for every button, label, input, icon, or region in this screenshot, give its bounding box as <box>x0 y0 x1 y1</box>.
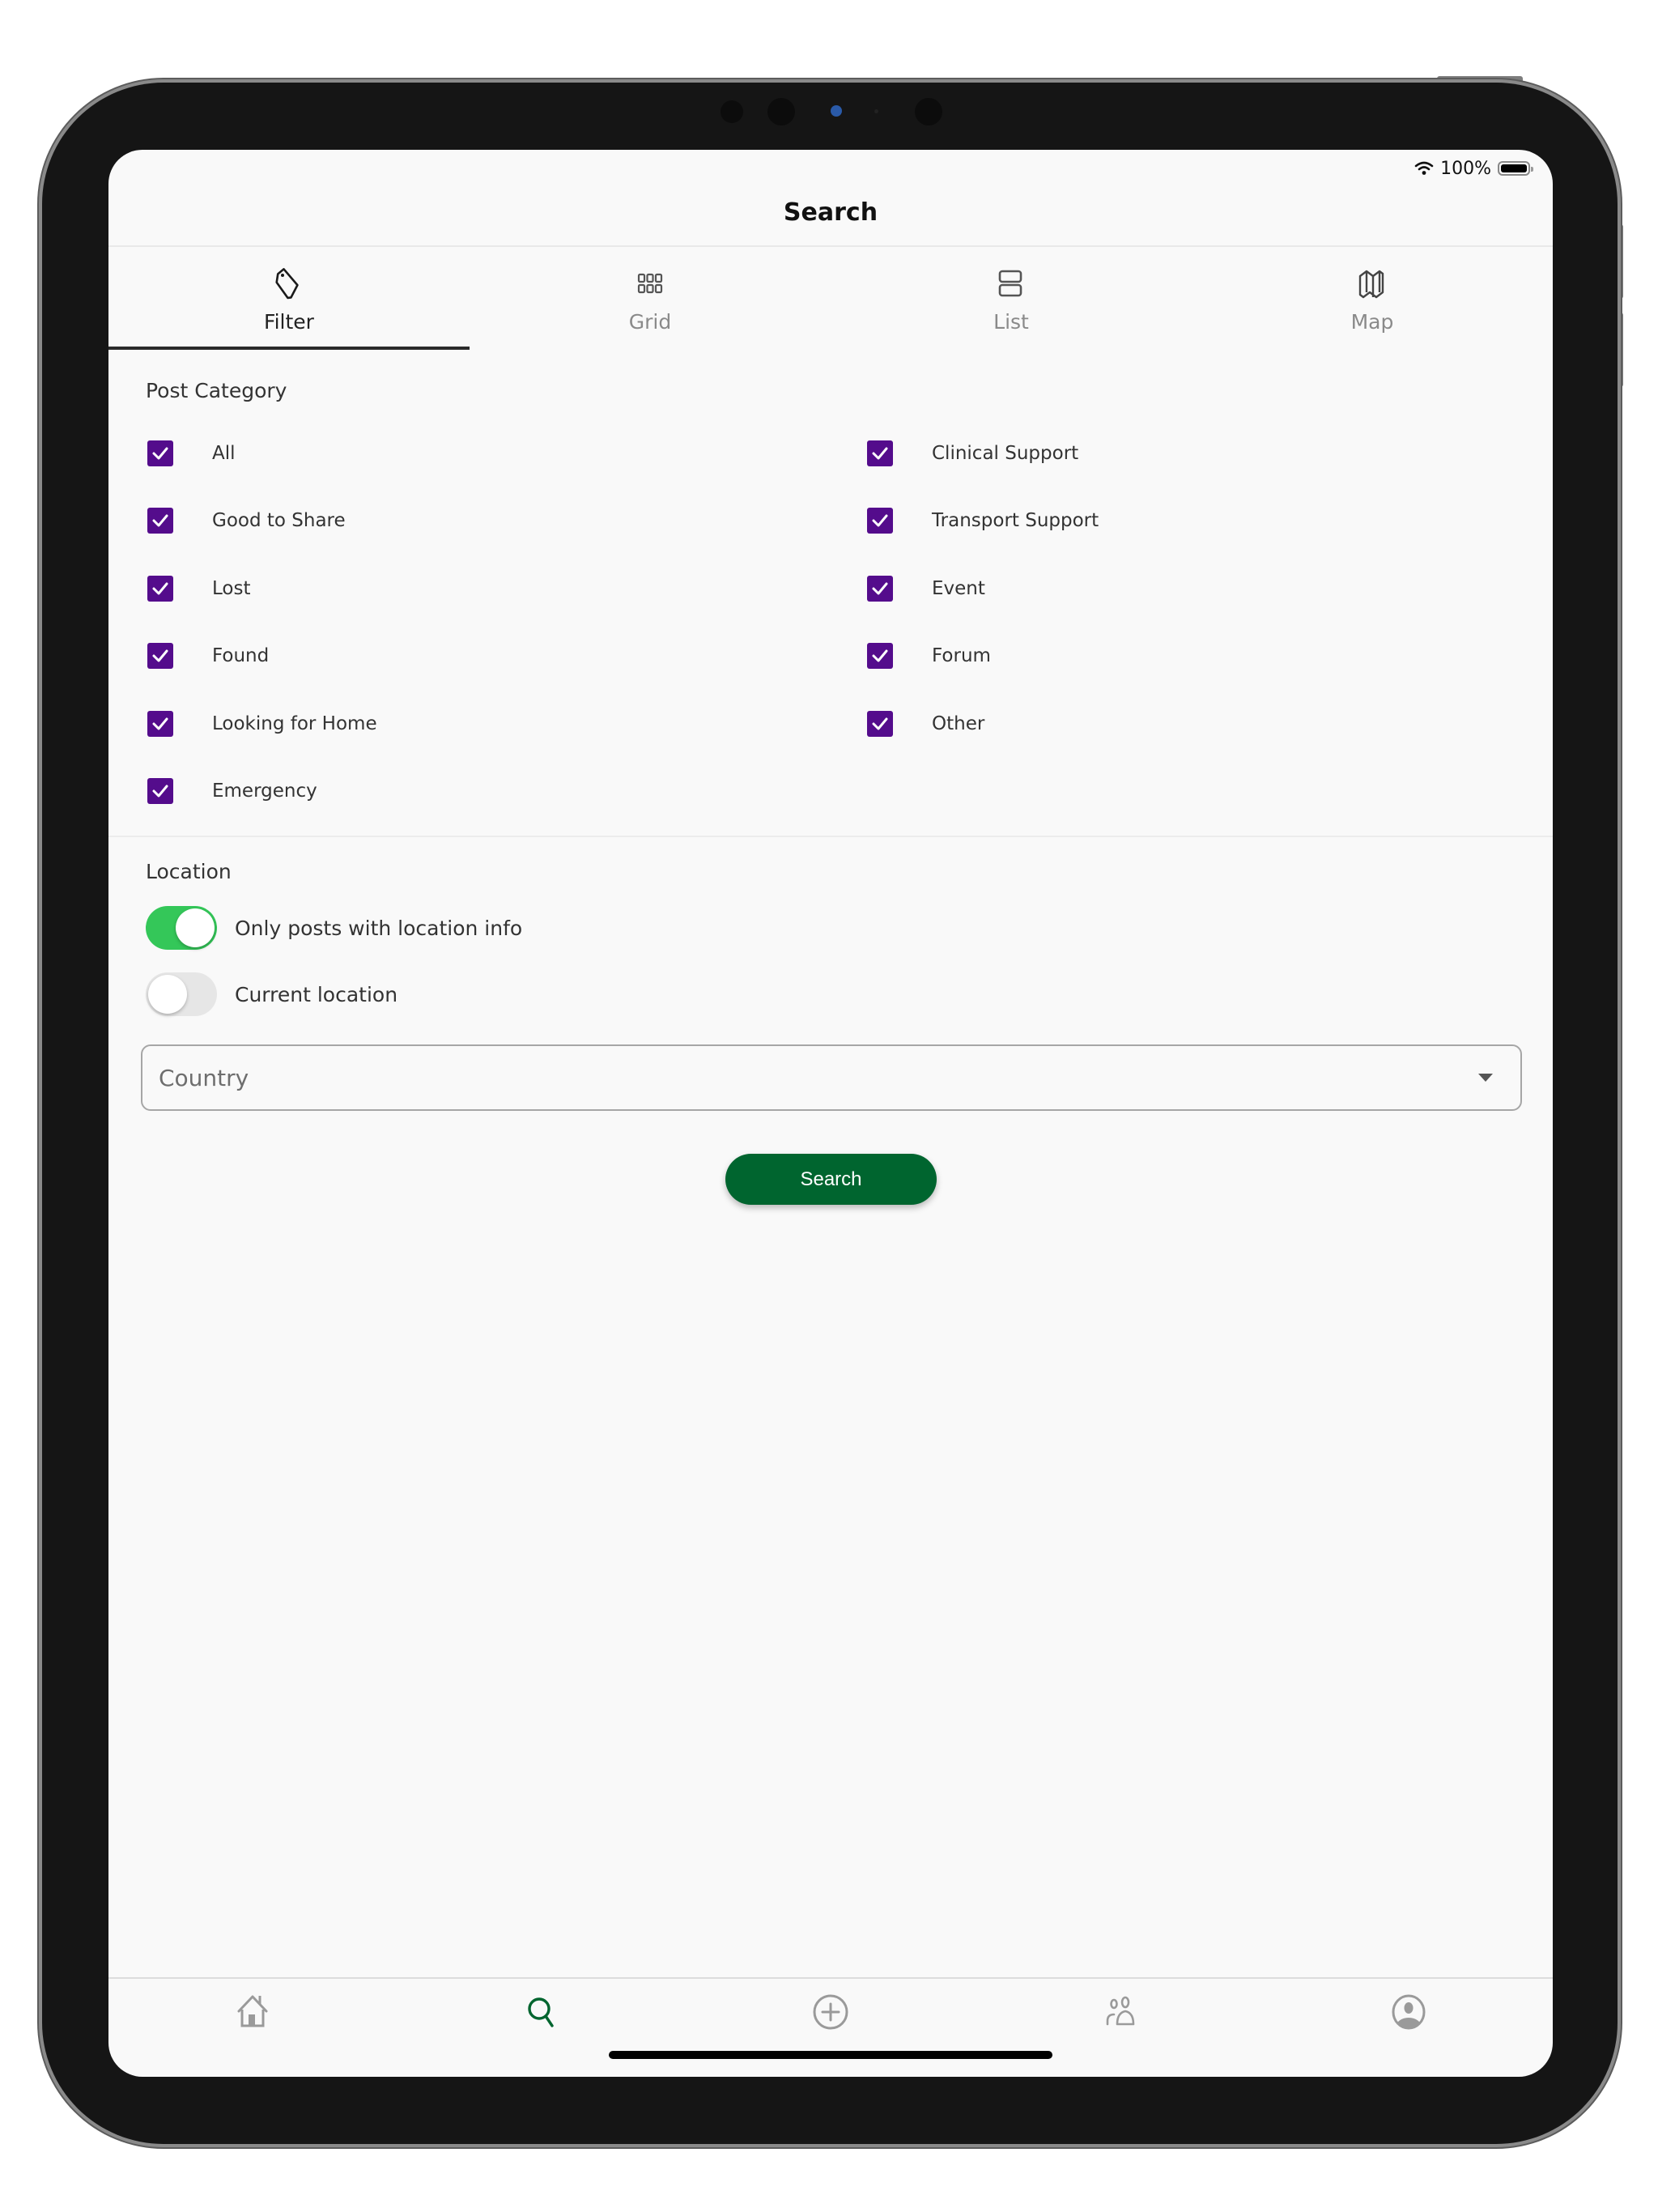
post-category-label: Post Category <box>146 379 287 402</box>
checkmark-icon <box>872 582 888 595</box>
checkmark-icon <box>872 447 888 460</box>
checkbox[interactable] <box>147 508 173 534</box>
profile-icon <box>1392 1994 1426 2030</box>
checkmark-icon <box>872 514 888 527</box>
country-placeholder: Country <box>159 1064 249 1091</box>
checkmark-icon <box>872 649 888 662</box>
checkbox[interactable] <box>147 576 173 602</box>
checkbox-transport-support[interactable]: Transport Support <box>867 504 1099 537</box>
toggle-knob <box>148 975 187 1014</box>
checkbox-forum[interactable]: Forum <box>867 640 991 672</box>
search-button[interactable]: Search <box>725 1154 937 1205</box>
checkbox-label: Found <box>212 645 270 666</box>
sensor-icon <box>721 100 743 123</box>
checkbox-label: Other <box>932 713 985 734</box>
checkbox-label: Emergency <box>212 781 317 802</box>
checkbox-all[interactable]: All <box>147 437 236 470</box>
bottom-nav <box>108 1980 1553 2044</box>
search-icon <box>528 1997 554 2027</box>
toggle-current-location[interactable]: Current location <box>146 972 397 1016</box>
checkbox-event[interactable]: Event <box>867 572 985 605</box>
checkbox-label: Event <box>932 578 985 599</box>
checkmark-icon <box>872 717 888 730</box>
app-screen: 100% Search Filter Grid List Map Post Ca… <box>108 150 1553 2077</box>
battery-icon <box>1498 161 1533 176</box>
active-tab-indicator <box>108 347 470 350</box>
checkbox[interactable] <box>867 711 893 737</box>
bottom-nav-divider <box>108 1977 1553 1979</box>
battery-percent: 100% <box>1440 158 1491 179</box>
tab-filter[interactable]: Filter <box>108 247 470 351</box>
dropdown-arrow-icon <box>1478 1074 1493 1082</box>
checkbox-label: Forum <box>932 645 991 666</box>
nav-create-post[interactable] <box>687 1980 976 2044</box>
toggle-knob <box>176 908 215 947</box>
checkbox[interactable] <box>147 440 173 466</box>
checkbox-lost[interactable]: Lost <box>147 572 250 605</box>
tab-grid[interactable]: Grid <box>470 247 831 351</box>
sensor-icon <box>915 98 942 125</box>
sensor-icon <box>767 98 795 125</box>
checkbox-label: Transport Support <box>932 510 1099 531</box>
checkbox-label: Looking for Home <box>212 713 377 734</box>
people-icon <box>1106 1996 1135 2026</box>
home-indicator <box>609 2051 1052 2059</box>
checkbox[interactable] <box>867 440 893 466</box>
toggle-label: Only posts with location info <box>235 916 523 940</box>
volume-down-button <box>1618 313 1623 387</box>
checkbox[interactable] <box>147 778 173 804</box>
checkmark-icon <box>152 514 168 527</box>
checkbox[interactable] <box>867 643 893 669</box>
checkbox[interactable] <box>867 576 893 602</box>
toggle-switch[interactable] <box>146 972 217 1016</box>
checkbox-found[interactable]: Found <box>147 640 269 672</box>
checkbox-label: Clinical Support <box>932 443 1079 464</box>
checkbox[interactable] <box>147 643 173 669</box>
wifi-icon <box>1414 161 1434 175</box>
list-icon <box>998 270 1022 297</box>
grid-icon <box>637 273 663 294</box>
checkbox-label: Lost <box>212 578 251 599</box>
tab-label: Map <box>1350 310 1394 334</box>
nav-community[interactable] <box>975 1980 1264 2044</box>
add-circle-icon <box>813 1994 848 2030</box>
page-title: Search <box>783 198 878 227</box>
nav-home[interactable] <box>108 1980 397 2044</box>
view-tabs: Filter Grid List Map <box>108 247 1553 351</box>
home-icon <box>237 1995 268 2027</box>
checkbox-clinical-support[interactable]: Clinical Support <box>867 437 1078 470</box>
checkmark-icon <box>152 785 168 798</box>
location-label: Location <box>146 860 232 883</box>
toggle-only-location-posts[interactable]: Only posts with location info <box>146 906 522 950</box>
toggle-switch[interactable] <box>146 906 217 950</box>
checkbox-looking-for-home[interactable]: Looking for Home <box>147 708 377 740</box>
nav-search[interactable] <box>397 1980 687 2044</box>
country-select[interactable]: Country <box>141 1044 1522 1111</box>
checkmark-icon <box>152 649 168 662</box>
tab-label: List <box>993 310 1029 334</box>
volume-up-button <box>1618 224 1623 299</box>
nav-profile[interactable] <box>1264 1980 1553 2044</box>
camera-lens-icon <box>831 105 842 117</box>
status-bar: 100% <box>1414 156 1533 181</box>
tag-icon <box>275 268 299 300</box>
map-icon <box>1358 270 1384 299</box>
checkbox-emergency[interactable]: Emergency <box>147 775 317 807</box>
checkmark-icon <box>152 582 168 595</box>
checkbox-good-to-share[interactable]: Good to Share <box>147 504 346 537</box>
checkmark-icon <box>152 717 168 730</box>
sensor-icon <box>874 109 878 113</box>
checkbox-label: Good to Share <box>212 510 346 531</box>
tab-label: Filter <box>264 310 314 334</box>
checkbox-label: All <box>212 443 236 464</box>
tab-label: Grid <box>628 310 672 334</box>
section-divider <box>108 836 1553 837</box>
tab-list[interactable]: List <box>831 247 1192 351</box>
checkbox-other[interactable]: Other <box>867 708 984 740</box>
toggle-label: Current location <box>235 982 398 1006</box>
checkbox[interactable] <box>147 711 173 737</box>
tab-map[interactable]: Map <box>1192 247 1553 351</box>
checkbox[interactable] <box>867 508 893 534</box>
checkmark-icon <box>152 447 168 460</box>
